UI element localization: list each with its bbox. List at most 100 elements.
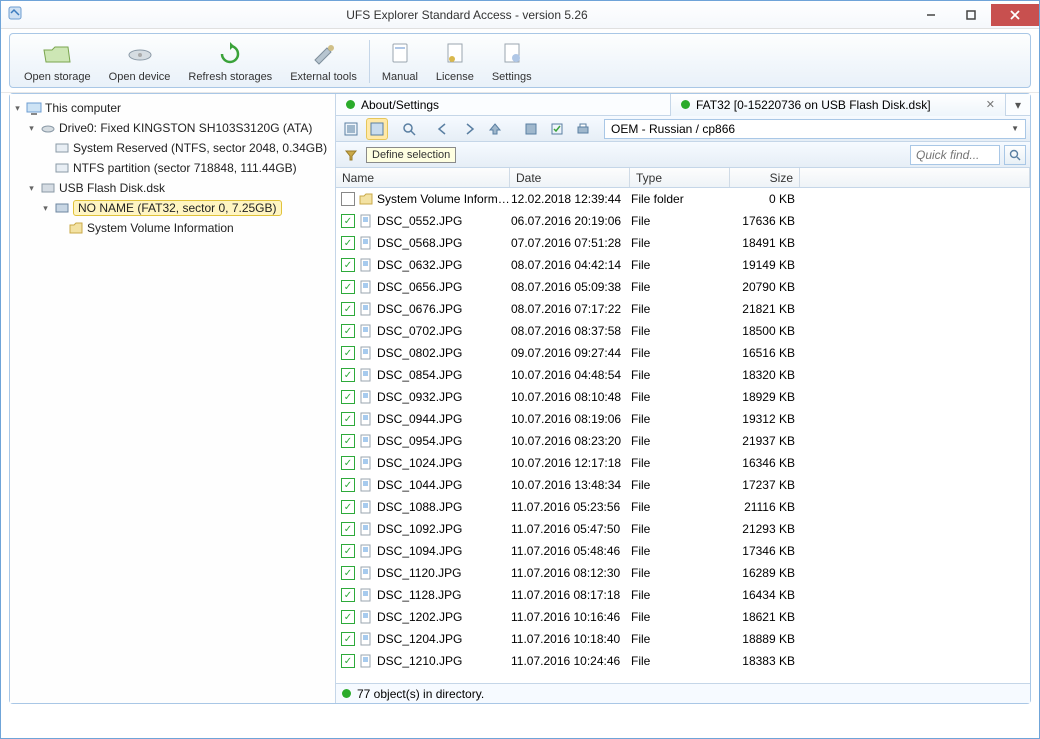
- maximize-button[interactable]: [951, 4, 991, 26]
- save-selected-button[interactable]: [546, 118, 568, 140]
- expander-icon[interactable]: ▾: [12, 103, 23, 114]
- checkbox[interactable]: ✓: [341, 412, 355, 426]
- close-button[interactable]: [991, 4, 1039, 26]
- file-row[interactable]: ✓DSC_0632.JPG08.07.2016 04:42:14File1914…: [336, 254, 1030, 276]
- tree-system-reserved[interactable]: System Reserved (NTFS, sector 2048, 0.34…: [40, 138, 333, 158]
- file-size: 21293 KB: [731, 522, 801, 536]
- file-row[interactable]: ✓DSC_0802.JPG09.07.2016 09:27:44File1651…: [336, 342, 1030, 364]
- file-row[interactable]: ✓DSC_1094.JPG11.07.2016 05:48:46File1734…: [336, 540, 1030, 562]
- disk-icon: [40, 120, 56, 136]
- minimize-button[interactable]: [911, 4, 951, 26]
- checkbox[interactable]: ✓: [341, 544, 355, 558]
- nav-forward-button[interactable]: [458, 118, 480, 140]
- file-row[interactable]: ✓DSC_1044.JPG10.07.2016 13:48:34File1723…: [336, 474, 1030, 496]
- tree-this-computer[interactable]: ▾ This computer: [12, 98, 333, 118]
- file-row[interactable]: ✓DSC_0552.JPG06.07.2016 20:19:06File1763…: [336, 210, 1030, 232]
- refresh-storages-button[interactable]: Refresh storages: [180, 38, 280, 85]
- file-row[interactable]: ✓DSC_1120.JPG11.07.2016 08:12:30File1628…: [336, 562, 1030, 584]
- file-row[interactable]: System Volume Information12.02.2018 12:3…: [336, 188, 1030, 210]
- quick-find-input[interactable]: [910, 145, 1000, 165]
- expander-icon[interactable]: ▾: [26, 183, 37, 194]
- checkbox[interactable]: ✓: [341, 588, 355, 602]
- tree-drive0[interactable]: ▾ Drive0: Fixed KINGSTON SH103S3120G (AT…: [26, 118, 333, 138]
- search-button[interactable]: [398, 118, 420, 140]
- checkbox[interactable]: ✓: [341, 500, 355, 514]
- col-date[interactable]: Date: [510, 168, 630, 187]
- col-type[interactable]: Type: [630, 168, 730, 187]
- checkbox[interactable]: ✓: [341, 214, 355, 228]
- file-row[interactable]: ✓DSC_1024.JPG10.07.2016 12:17:18File1634…: [336, 452, 1030, 474]
- checkbox[interactable]: ✓: [341, 654, 355, 668]
- file-type: File: [631, 390, 731, 404]
- encoding-combo[interactable]: OEM - Russian / cp866 ▼: [604, 119, 1026, 139]
- file-name: DSC_0702.JPG: [377, 324, 511, 338]
- checkbox[interactable]: ✓: [341, 236, 355, 250]
- file-row[interactable]: ✓DSC_0568.JPG07.07.2016 07:51:28File1849…: [336, 232, 1030, 254]
- tab-about[interactable]: About/Settings: [336, 94, 671, 116]
- checkbox[interactable]: [341, 192, 355, 206]
- print-button[interactable]: [572, 118, 594, 140]
- settings-button[interactable]: Settings: [484, 38, 540, 85]
- checkbox[interactable]: ✓: [341, 610, 355, 624]
- checkbox[interactable]: ✓: [341, 478, 355, 492]
- checkbox[interactable]: ✓: [341, 302, 355, 316]
- license-button[interactable]: License: [428, 38, 482, 85]
- checkbox[interactable]: ✓: [341, 434, 355, 448]
- tree-label: USB Flash Disk.dsk: [59, 181, 165, 195]
- file-row[interactable]: ✓DSC_1092.JPG11.07.2016 05:47:50File2129…: [336, 518, 1030, 540]
- file-row[interactable]: ✓DSC_0954.JPG10.07.2016 08:23:20File2193…: [336, 430, 1030, 452]
- file-name: DSC_1120.JPG: [377, 566, 511, 580]
- checkbox[interactable]: ✓: [341, 346, 355, 360]
- filter-bar: Define selection: [336, 142, 1030, 168]
- manual-button[interactable]: Manual: [374, 38, 426, 85]
- checkbox[interactable]: ✓: [341, 390, 355, 404]
- file-row[interactable]: ✓DSC_0702.JPG08.07.2016 08:37:58File1850…: [336, 320, 1030, 342]
- tab-fat32[interactable]: FAT32 [0-15220736 on USB Flash Disk.dsk]…: [671, 94, 1006, 116]
- open-storage-button[interactable]: Open storage: [16, 38, 99, 85]
- file-row[interactable]: ✓DSC_0932.JPG10.07.2016 08:10:48File1892…: [336, 386, 1030, 408]
- tree-no-name[interactable]: ▾ NO NAME (FAT32, sector 0, 7.25GB): [40, 198, 333, 218]
- tab-overflow-button[interactable]: ▾: [1006, 98, 1030, 112]
- quick-find-go-button[interactable]: [1004, 145, 1026, 165]
- external-tools-button[interactable]: External tools: [282, 38, 365, 85]
- nav-back-button[interactable]: [432, 118, 454, 140]
- storage-tree[interactable]: ▾ This computer ▾ Drive0: Fixed KINGSTON…: [10, 94, 336, 703]
- tree-ntfs-partition[interactable]: NTFS partition (sector 718848, 111.44GB): [40, 158, 333, 178]
- nav-up-button[interactable]: [484, 118, 506, 140]
- file-type: File: [631, 368, 731, 382]
- file-type: File: [631, 434, 731, 448]
- file-row[interactable]: ✓DSC_1210.JPG11.07.2016 10:24:46File1838…: [336, 650, 1030, 672]
- file-row[interactable]: ✓DSC_1204.JPG11.07.2016 10:18:40File1888…: [336, 628, 1030, 650]
- select-all-button[interactable]: [340, 118, 362, 140]
- file-row[interactable]: ✓DSC_0944.JPG10.07.2016 08:19:06File1931…: [336, 408, 1030, 430]
- file-list[interactable]: System Volume Information12.02.2018 12:3…: [336, 188, 1030, 683]
- file-row[interactable]: ✓DSC_1088.JPG11.07.2016 05:23:56File2111…: [336, 496, 1030, 518]
- checkbox[interactable]: ✓: [341, 258, 355, 272]
- checkbox[interactable]: ✓: [341, 522, 355, 536]
- checkbox[interactable]: ✓: [341, 280, 355, 294]
- checkbox[interactable]: ✓: [341, 456, 355, 470]
- checkbox[interactable]: ✓: [341, 324, 355, 338]
- checkbox[interactable]: ✓: [341, 566, 355, 580]
- file-icon: [358, 213, 374, 229]
- file-type: File: [631, 566, 731, 580]
- define-selection-button[interactable]: [366, 118, 388, 140]
- checkbox[interactable]: ✓: [341, 632, 355, 646]
- checkbox[interactable]: ✓: [341, 368, 355, 382]
- filter-icon-button[interactable]: [340, 144, 362, 166]
- file-row[interactable]: ✓DSC_0676.JPG08.07.2016 07:17:22File2182…: [336, 298, 1030, 320]
- tab-close-icon[interactable]: ✕: [986, 98, 995, 111]
- col-size[interactable]: Size: [730, 168, 800, 187]
- col-name[interactable]: Name: [336, 168, 510, 187]
- expander-icon[interactable]: ▾: [40, 203, 51, 214]
- file-row[interactable]: ✓DSC_0656.JPG08.07.2016 05:09:38File2079…: [336, 276, 1030, 298]
- tree-svi[interactable]: System Volume Information: [54, 218, 333, 238]
- file-row[interactable]: ✓DSC_1202.JPG11.07.2016 10:16:46File1862…: [336, 606, 1030, 628]
- open-device-button[interactable]: Open device: [101, 38, 179, 85]
- file-icon: [358, 587, 374, 603]
- tree-usb-disk[interactable]: ▾ USB Flash Disk.dsk: [26, 178, 333, 198]
- save-button[interactable]: [520, 118, 542, 140]
- file-row[interactable]: ✓DSC_1128.JPG11.07.2016 08:17:18File1643…: [336, 584, 1030, 606]
- file-row[interactable]: ✓DSC_0854.JPG10.07.2016 04:48:54File1832…: [336, 364, 1030, 386]
- expander-icon[interactable]: ▾: [26, 123, 37, 134]
